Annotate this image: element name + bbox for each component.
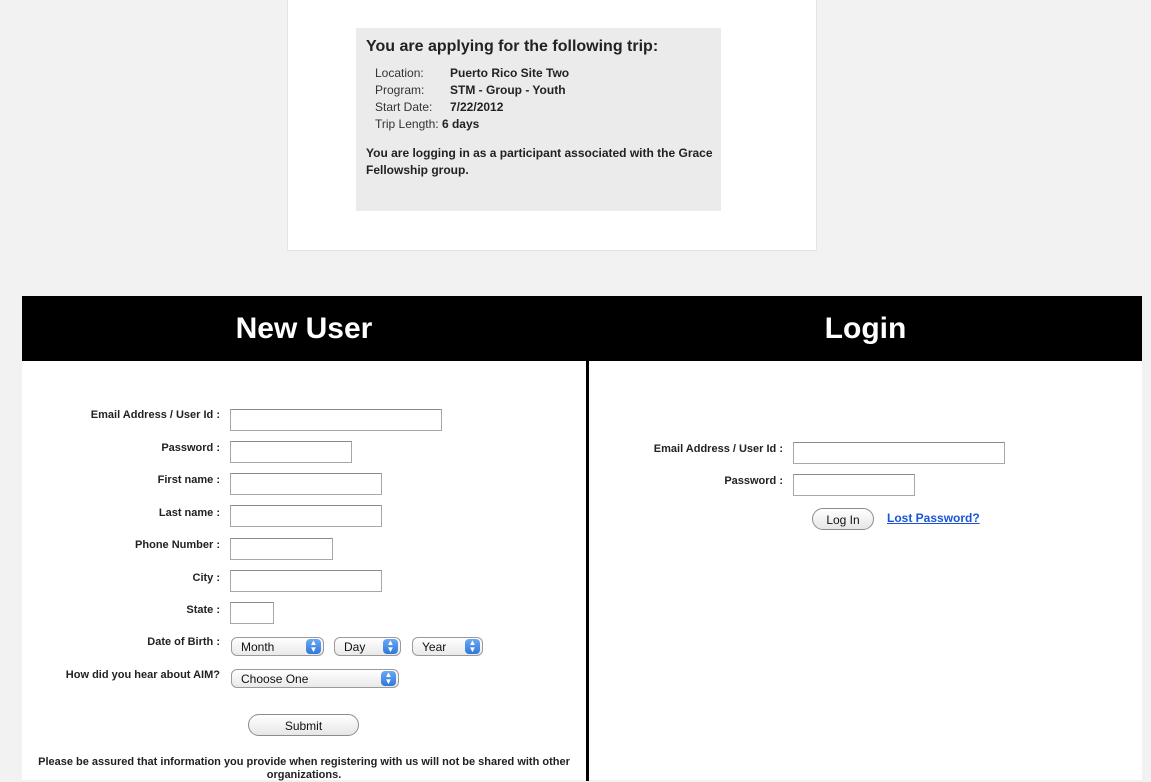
login-title: Login (824, 312, 907, 345)
select-arrows-icon: ▲ ▼ (381, 671, 396, 686)
login-email-label: Email Address / User Id : (653, 443, 783, 455)
trip-summary-card: You are applying for the following trip:… (287, 0, 817, 251)
trip-location-value: Puerto Rico Site Two (450, 66, 570, 80)
date-of-birth-label: Date of Birth : (147, 636, 220, 648)
state-input[interactable] (230, 602, 274, 624)
phone-number-input[interactable] (230, 538, 333, 560)
city-input[interactable] (230, 570, 382, 592)
trip-length-label: Trip Length: (375, 117, 439, 131)
log-in-button[interactable]: Log In (812, 508, 874, 530)
dob-month-value: Month (241, 640, 275, 654)
trip-start-date-value: 7/22/2012 (450, 100, 504, 114)
new-user-password-label: Password : (161, 442, 220, 454)
trip-length-value: 6 days (441, 117, 480, 131)
first-name-label: First name : (157, 474, 220, 486)
select-arrows-icon: ▲ ▼ (383, 639, 398, 654)
dob-day-value: Day (344, 640, 366, 654)
phone-number-label: Phone Number : (135, 539, 220, 551)
trip-info-box: You are applying for the following trip:… (356, 28, 721, 211)
trip-row-location: Location: Puerto Rico Site Two (366, 65, 711, 82)
trip-row-start-date: Start Date: 7/22/2012 (366, 99, 711, 116)
submit-button[interactable]: Submit (248, 714, 359, 736)
city-label: City : (192, 572, 221, 584)
login-password-input[interactable] (793, 474, 915, 496)
login-email-input[interactable] (793, 442, 1005, 464)
referral-select[interactable]: Choose One ▲ ▼ (231, 669, 399, 688)
trip-program-value: STM - Group - Youth (450, 83, 566, 97)
trip-start-date-label: Start Date: (375, 100, 433, 114)
header-bar: New User Login (22, 296, 1142, 361)
new-user-password-input[interactable] (230, 441, 352, 463)
state-label: State : (186, 604, 220, 616)
new-user-email-label: Email Address / User Id : (90, 409, 220, 421)
referral-selected-value: Choose One (241, 672, 309, 686)
last-name-input[interactable] (230, 505, 382, 527)
column-divider (586, 361, 589, 781)
trip-row-length: Trip Length: 6 days (366, 116, 711, 133)
trip-group-note: You are logging in as a participant asso… (366, 146, 713, 177)
last-name-label: Last name : (158, 507, 220, 519)
trip-row-program: Program: STM - Group - Youth (366, 82, 711, 99)
trip-heading: You are applying for the following trip: (366, 38, 659, 55)
dob-month-select[interactable]: Month ▲ ▼ (231, 637, 324, 656)
dob-year-select[interactable]: Year ▲ ▼ (412, 637, 483, 656)
new-user-email-input[interactable] (230, 409, 442, 431)
referral-label: How did you hear about AIM? (65, 669, 220, 681)
trip-location-label: Location: (375, 66, 424, 80)
select-arrows-icon: ▲ ▼ (306, 639, 321, 654)
login-password-label: Password : (724, 475, 783, 487)
dob-day-select[interactable]: Day ▲ ▼ (334, 637, 401, 656)
trip-program-label: Program: (375, 83, 425, 97)
new-user-title: New User (235, 312, 373, 345)
dob-year-value: Year (422, 640, 447, 654)
lost-password-link[interactable]: Lost Password? (887, 511, 980, 525)
first-name-input[interactable] (230, 473, 382, 495)
select-arrows-icon: ▲ ▼ (465, 639, 480, 654)
registration-login-panel: New User Login Email Address / User Id :… (22, 296, 1142, 781)
privacy-note: Please be assured that information you p… (38, 756, 570, 781)
